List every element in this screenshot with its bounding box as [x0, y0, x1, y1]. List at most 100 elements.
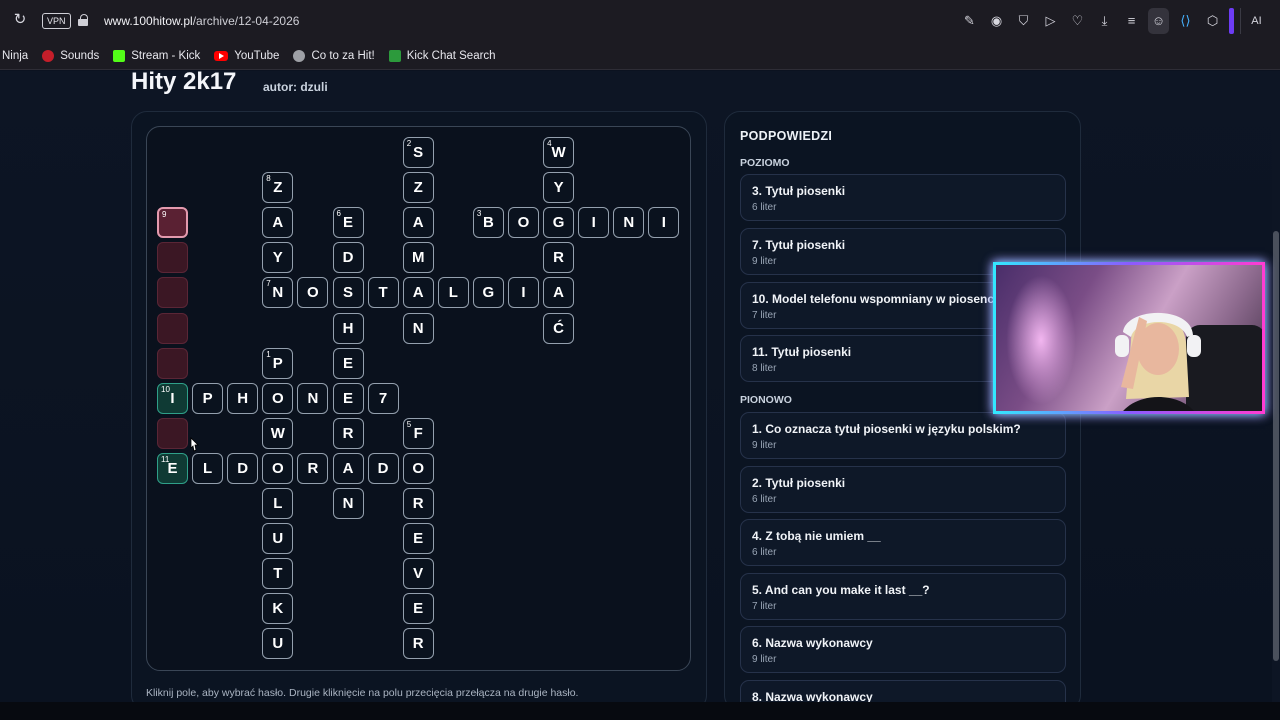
crossword-cell[interactable]	[157, 277, 188, 309]
crossword-cell[interactable]: L	[437, 277, 469, 309]
crossword-cell[interactable]: R	[402, 488, 434, 519]
crossword-cell[interactable]	[157, 347, 188, 379]
clue-down-5[interactable]: 5. And can you make it last __? 7 liter	[740, 573, 1066, 620]
clue-down-2[interactable]: 2. Tytuł piosenki 6 liter	[740, 466, 1066, 513]
crossword-cell[interactable]: E	[332, 347, 364, 379]
crossword-cell[interactable]: L	[262, 488, 294, 519]
crossword-cell[interactable]: N	[402, 312, 434, 344]
bookmark-ninja[interactable]: Ninja	[2, 50, 28, 62]
menu-icon[interactable]: ≡	[1121, 8, 1142, 34]
crossword-cell[interactable]: A	[332, 452, 364, 484]
crossword-cell[interactable]: E	[402, 593, 434, 625]
crossword-cell[interactable]	[157, 312, 188, 344]
crossword-cell[interactable]: I	[648, 207, 680, 239]
profile-icon[interactable]: ☺	[1148, 8, 1169, 34]
crossword-cell[interactable]: 2S	[402, 137, 434, 168]
lock-icon[interactable]	[78, 14, 88, 26]
clue-across-3[interactable]: 3. Tytuł piosenki 6 liter	[740, 174, 1066, 221]
vpn-badge[interactable]: VPN	[42, 13, 71, 29]
cell-number: 3	[476, 209, 482, 219]
reload-icon[interactable]: ↻	[12, 12, 28, 28]
crossword-cell[interactable]: N	[332, 488, 364, 519]
scroll-thumb[interactable]	[1273, 231, 1279, 661]
clue-down-1[interactable]: 1. Co oznacza tytuł piosenki w języku po…	[740, 412, 1066, 459]
crossword-cell[interactable]: A	[402, 277, 434, 309]
crossword-cell[interactable]	[157, 242, 188, 274]
crossword-cell[interactable]: R	[297, 452, 329, 484]
crossword-cell[interactable]: O	[402, 452, 434, 484]
crossword-cell[interactable]: 11 E	[157, 452, 188, 484]
bookmark-stream-kick[interactable]: Stream - Kick	[113, 49, 200, 62]
crossword-cell[interactable]	[157, 417, 188, 449]
crossword-cell[interactable]: E	[332, 382, 364, 414]
crossword-cell[interactable]: Y	[262, 242, 294, 274]
crossword-cell[interactable]: 9	[157, 207, 188, 239]
crossword-cell[interactable]: M	[402, 242, 434, 274]
crossword-cell[interactable]: U	[262, 523, 294, 555]
crossword-cell[interactable]: R	[402, 628, 434, 660]
play-icon[interactable]: ▷	[1040, 8, 1061, 34]
crossword-cell[interactable]: 1P	[262, 347, 294, 379]
crossword-cell[interactable]: H	[332, 312, 364, 344]
crossword-cell[interactable]: I	[508, 277, 539, 309]
crossword-cell[interactable]: A	[543, 277, 575, 309]
cube-icon[interactable]: ⬡	[1202, 8, 1223, 34]
clue-down-4[interactable]: 4. Z tobą nie umiem __ 6 liter	[740, 519, 1066, 566]
crossword-cell[interactable]: Ć	[543, 312, 575, 344]
crossword-cell[interactable]: 7	[367, 382, 399, 414]
crossword-cell[interactable]: A	[402, 207, 434, 239]
crossword-cell[interactable]: V	[402, 558, 434, 590]
heart-icon[interactable]: ♡	[1067, 8, 1088, 34]
download-icon[interactable]: ⤓	[1094, 8, 1115, 34]
crossword-cell[interactable]: 4W	[543, 137, 575, 168]
crossword-cell[interactable]: 10 I	[157, 382, 188, 414]
crossword-cell[interactable]: A	[262, 207, 294, 239]
crossword-cell[interactable]: O	[297, 277, 329, 309]
crossword-cell[interactable]: O	[262, 382, 294, 414]
crossword-cell[interactable]: N	[613, 207, 645, 239]
crossword-cell[interactable]: L	[192, 452, 224, 484]
page-scrollbar[interactable]	[1272, 71, 1280, 702]
crossword-cell[interactable]: K	[262, 593, 294, 625]
crossword-cell[interactable]: D	[227, 452, 259, 484]
camera-icon[interactable]: ◉	[986, 8, 1007, 34]
shield-icon[interactable]: ⛉	[1013, 8, 1034, 34]
address-bar[interactable]: www.100hitow.pl/archive/12-04-2026	[104, 14, 299, 28]
crossword-cell[interactable]: R	[543, 242, 575, 274]
clue-down-6[interactable]: 6. Nazwa wykonawcy 9 liter	[740, 626, 1066, 673]
crossword-cell[interactable]: R	[332, 417, 364, 449]
crossword-cell[interactable]: 3B	[472, 207, 504, 239]
crossword-cell[interactable]: I	[578, 207, 610, 239]
cell-letter: D	[237, 459, 249, 477]
crossword-cell[interactable]: G	[543, 207, 575, 239]
crossword-cell[interactable]: S	[332, 277, 364, 309]
crossword-cell[interactable]: E	[402, 523, 434, 555]
bookmark-sounds[interactable]: Sounds	[42, 49, 99, 62]
crossword-cell[interactable]: O	[508, 207, 539, 239]
edit-icon[interactable]: ✎	[959, 8, 980, 34]
crossword-cell[interactable]: G	[472, 277, 504, 309]
crossword-cell[interactable]: P	[192, 382, 224, 414]
crossword-cell[interactable]: T	[262, 558, 294, 590]
crossword-cell[interactable]: Y	[543, 172, 575, 204]
extension-icon[interactable]: ⟨⟩	[1175, 8, 1196, 34]
crossword-cell[interactable]: 5F	[402, 417, 434, 449]
bookmark-youtube[interactable]: YouTube	[214, 50, 279, 62]
crossword-cell[interactable]: O	[262, 452, 294, 484]
crossword-cell[interactable]: U	[262, 628, 294, 660]
bookmark-kick-chat-search[interactable]: Kick Chat Search	[388, 49, 496, 62]
bookmark-co-to-za-hit[interactable]: Co to za Hit!	[293, 49, 375, 62]
crossword-cell[interactable]: 7N	[262, 277, 294, 309]
cell-letter: E	[342, 389, 353, 407]
ai-button[interactable]: AI	[1240, 8, 1272, 34]
crossword-cell[interactable]: T	[367, 277, 399, 309]
crossword-cell[interactable]: H	[227, 382, 259, 414]
crossword-cell[interactable]: N	[297, 382, 329, 414]
crossword-cell[interactable]: Z	[402, 172, 434, 204]
crossword-cell[interactable]: W	[262, 417, 294, 449]
crossword-cell[interactable]: D	[367, 452, 399, 484]
crossword-cell[interactable]: D	[332, 242, 364, 274]
crossword-cell[interactable]: 6E	[332, 207, 364, 239]
clue-down-8[interactable]: 8. Nazwa wykonawcy	[740, 680, 1066, 702]
crossword-cell[interactable]: 8Z	[262, 172, 294, 204]
